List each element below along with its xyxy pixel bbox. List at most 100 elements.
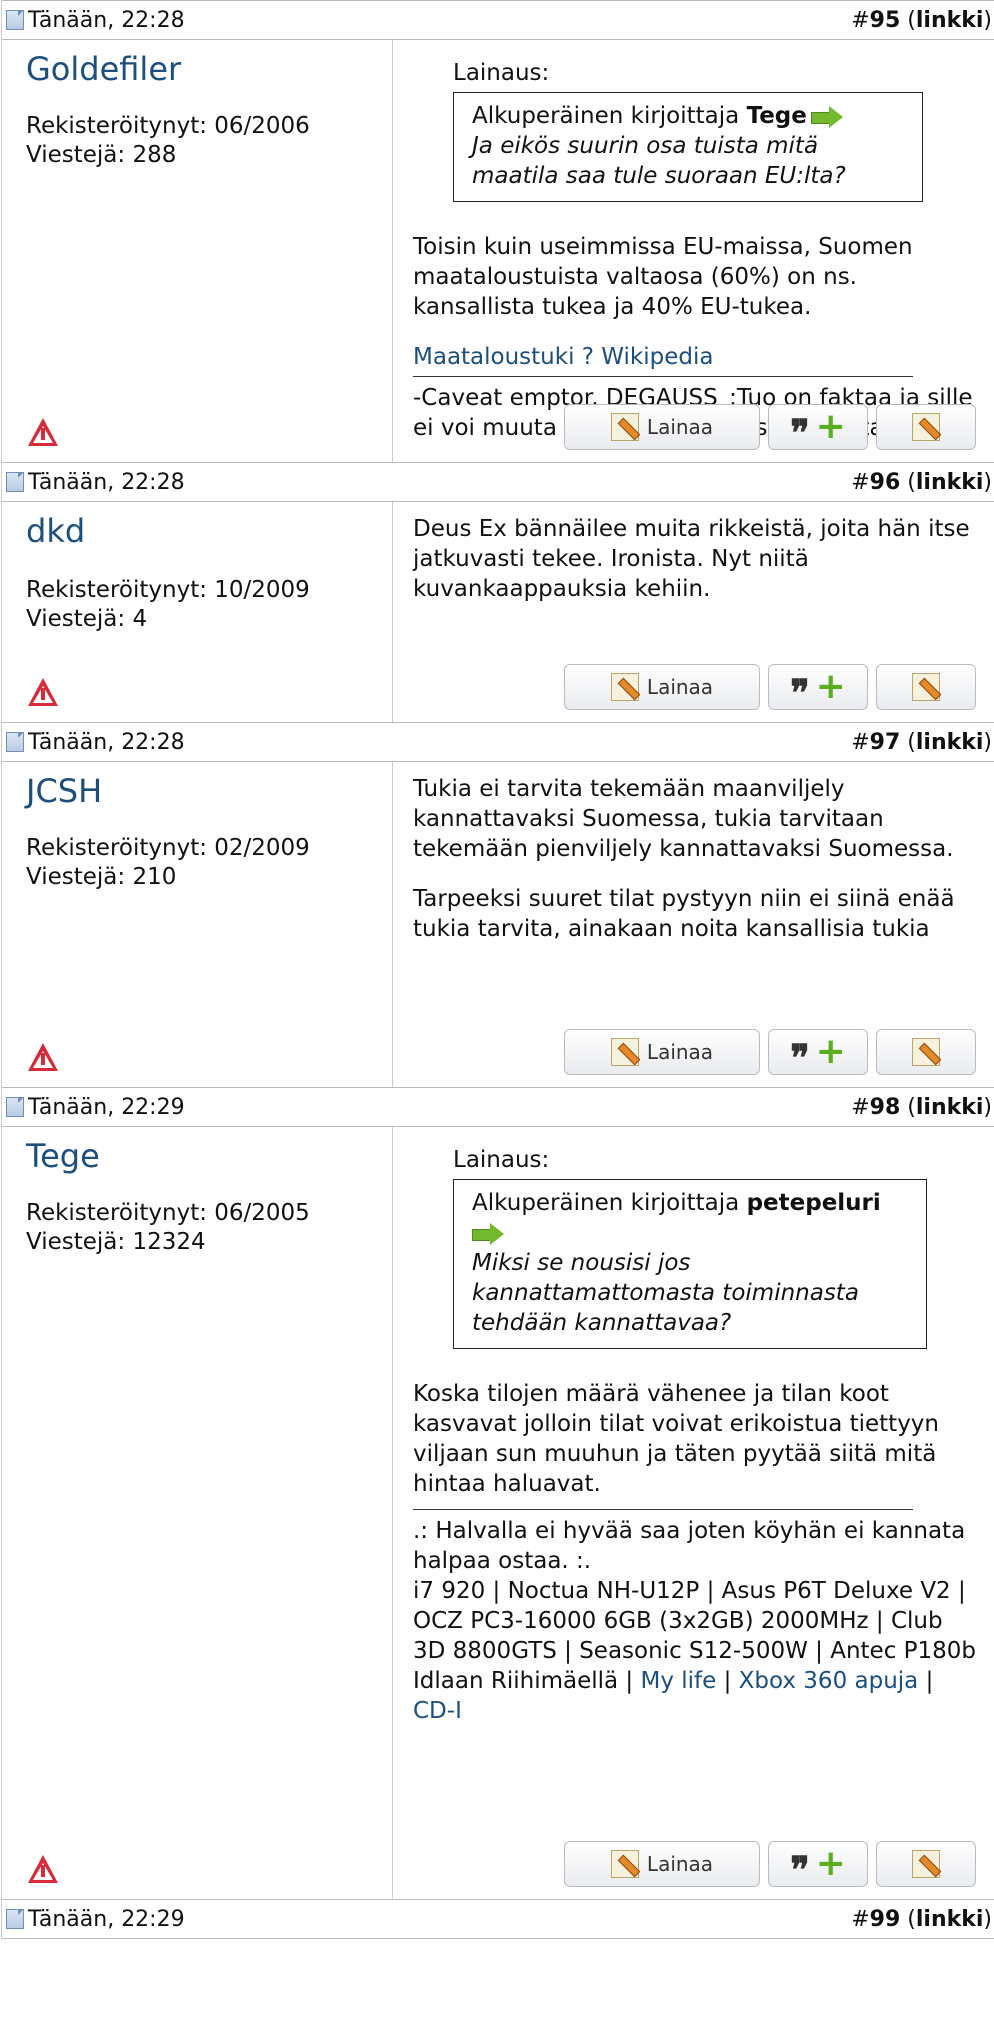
signature-divider — [413, 376, 913, 377]
warning-icon — [28, 1855, 58, 1883]
post-header: Tänään, 22:29 #98 (linkki) — [2, 1087, 994, 1127]
warning-icon — [28, 678, 58, 706]
pencil-icon — [610, 673, 639, 701]
quote: Lainaus: Alkuperäinen kirjoittaja petepe… — [453, 1145, 982, 1349]
username[interactable]: Tege — [26, 1137, 392, 1175]
user-registered: Rekisteröitynyt: 06/2006 — [26, 113, 310, 139]
username[interactable]: JCSH — [26, 772, 392, 810]
post-permalink[interactable]: linkki — [916, 470, 984, 495]
pencil-icon — [912, 673, 940, 701]
post-permalink[interactable]: linkki — [916, 1095, 984, 1120]
post-98: Tänään, 22:29 #98 (linkki) Tege Rekister… — [1, 1087, 994, 1899]
warning-icon — [28, 1043, 58, 1071]
report-button[interactable] — [28, 1043, 58, 1071]
user-info: Goldefiler Rekisteröitynyt: 06/2006 Vies… — [2, 40, 393, 462]
quote-button[interactable]: Lainaa — [564, 1841, 760, 1887]
post-header: Tänään, 22:29 #99 (linkki) — [2, 1899, 994, 1939]
post-date: Tänään, 22:29 — [28, 1094, 185, 1120]
pencil-icon — [912, 1038, 940, 1066]
edit-button[interactable] — [876, 404, 976, 450]
quote: Lainaus: Alkuperäinen kirjoittaja Tege J… — [453, 58, 982, 202]
quote-box: Alkuperäinen kirjoittaja petepeluri Miks… — [453, 1179, 927, 1349]
page-icon — [6, 10, 24, 30]
edit-button[interactable] — [876, 664, 976, 710]
post-paragraph: Koska tilojen määrä vähenee ja tilan koo… — [413, 1381, 939, 1497]
quote-label: Lainaus: — [453, 60, 550, 86]
post-paragraph: Tarpeeksi suuret tilat pystyyn niin ei s… — [413, 886, 955, 942]
wikipedia-link[interactable]: Maataloustuki ? Wikipedia — [413, 344, 713, 370]
page-icon — [6, 732, 24, 752]
user-info: dkd Rekisteröitynyt: 10/2009 Viestejä: 4 — [2, 502, 393, 722]
post-paragraph: Deus Ex bännäilee muita rikkeistä, joita… — [413, 516, 970, 602]
post-date: Tänään, 22:28 — [28, 469, 185, 495]
report-button[interactable] — [28, 418, 58, 446]
post-content: Lainaus: Alkuperäinen kirjoittaja petepe… — [393, 1127, 992, 1899]
quote-button[interactable]: Lainaa — [564, 1029, 760, 1075]
user-registered: Rekisteröitynyt: 02/2009 — [26, 835, 310, 861]
user-post-count: Viestejä: 4 — [26, 606, 148, 632]
post-99: Tänään, 22:29 #99 (linkki) — [1, 1899, 994, 1939]
arrow-icon[interactable] — [472, 1222, 506, 1245]
quote-text: Miksi se nousisi jos kannattamattomasta … — [472, 1250, 859, 1336]
post-number: #97 (linkki) — [851, 729, 992, 755]
pencil-icon — [912, 413, 940, 441]
post-95: Tänään, 22:28 #95 (linkki) Goldefiler Re… — [1, 0, 994, 462]
quote-box: Alkuperäinen kirjoittaja Tege Ja eikös s… — [453, 92, 923, 202]
quote-button[interactable]: Lainaa — [564, 404, 760, 450]
quote-button[interactable]: Lainaa — [564, 664, 760, 710]
username[interactable]: Goldefiler — [26, 50, 392, 88]
user-post-count: Viestejä: 12324 — [26, 1229, 206, 1255]
multiquote-button[interactable]: ❞ + — [768, 404, 868, 451]
post-number: #96 (linkki) — [851, 469, 992, 495]
post-header: Tänään, 22:28 #97 (linkki) — [2, 722, 994, 762]
post-permalink[interactable]: linkki — [916, 730, 984, 755]
warning-icon — [28, 418, 58, 446]
user-post-count: Viestejä: 288 — [26, 142, 177, 168]
signature: .: Halvalla ei hyvää saa joten köyhän ei… — [413, 1518, 977, 1724]
post-header: Tänään, 22:28 #95 (linkki) — [2, 0, 994, 40]
multiquote-button[interactable]: ❞ + — [768, 1029, 868, 1076]
post-permalink[interactable]: linkki — [916, 8, 984, 33]
quote-label: Lainaus: — [453, 1147, 550, 1173]
edit-button[interactable] — [876, 1841, 976, 1887]
quote-author: petepeluri — [746, 1190, 881, 1216]
post-paragraph: Tukia ei tarvita tekemään maanviljely ka… — [413, 776, 954, 862]
report-button[interactable] — [28, 1855, 58, 1883]
user-registered: Rekisteröitynyt: 10/2009 — [26, 577, 310, 603]
multiquote-button[interactable]: ❞ + — [768, 1841, 868, 1888]
post-96: Tänään, 22:28 #96 (linkki) dkd Rekisterö… — [1, 462, 994, 722]
signature-link-xbox[interactable]: Xbox 360 apuja — [739, 1668, 919, 1694]
user-info: JCSH Rekisteröitynyt: 02/2009 Viestejä: … — [2, 762, 393, 1087]
post-date: Tänään, 22:28 — [28, 7, 185, 33]
pencil-icon — [610, 1850, 639, 1878]
quote-text: Ja eikös suurin osa tuista mitä maatila … — [472, 133, 846, 189]
user-registered: Rekisteröitynyt: 06/2005 — [26, 1200, 310, 1226]
post-date: Tänään, 22:29 — [28, 1906, 185, 1932]
arrow-icon[interactable] — [810, 105, 845, 128]
signature-divider — [413, 1509, 913, 1510]
post-97: Tänään, 22:28 #97 (linkki) JCSH Rekister… — [1, 722, 994, 1087]
user-post-count: Viestejä: 210 — [26, 864, 177, 890]
post-date: Tänään, 22:28 — [28, 729, 185, 755]
signature-link-my-life[interactable]: My life — [640, 1668, 716, 1694]
post-content: Tukia ei tarvita tekemään maanviljely ka… — [393, 762, 992, 1087]
post-permalink[interactable]: linkki — [916, 1907, 984, 1932]
page-icon — [6, 472, 24, 492]
post-number: #95 (linkki) — [851, 7, 992, 33]
edit-button[interactable] — [876, 1029, 976, 1075]
post-paragraph: Toisin kuin useimmissa EU-maissa, Suomen… — [413, 234, 913, 320]
post-header: Tänään, 22:28 #96 (linkki) — [2, 462, 994, 502]
post-number: #99 (linkki) — [851, 1906, 992, 1932]
page-icon — [6, 1097, 24, 1117]
report-button[interactable] — [28, 678, 58, 706]
username[interactable]: dkd — [26, 512, 392, 550]
post-content: Lainaus: Alkuperäinen kirjoittaja Tege J… — [393, 40, 992, 462]
post-content: Deus Ex bännäilee muita rikkeistä, joita… — [393, 502, 992, 722]
page-icon — [6, 1909, 24, 1929]
user-info: Tege Rekisteröitynyt: 06/2005 Viestejä: … — [2, 1127, 393, 1899]
pencil-icon — [610, 413, 639, 441]
pencil-icon — [912, 1850, 940, 1878]
multiquote-button[interactable]: ❞ + — [768, 664, 868, 711]
post-number: #98 (linkki) — [851, 1094, 992, 1120]
signature-link-cdi[interactable]: CD-I — [413, 1698, 462, 1724]
